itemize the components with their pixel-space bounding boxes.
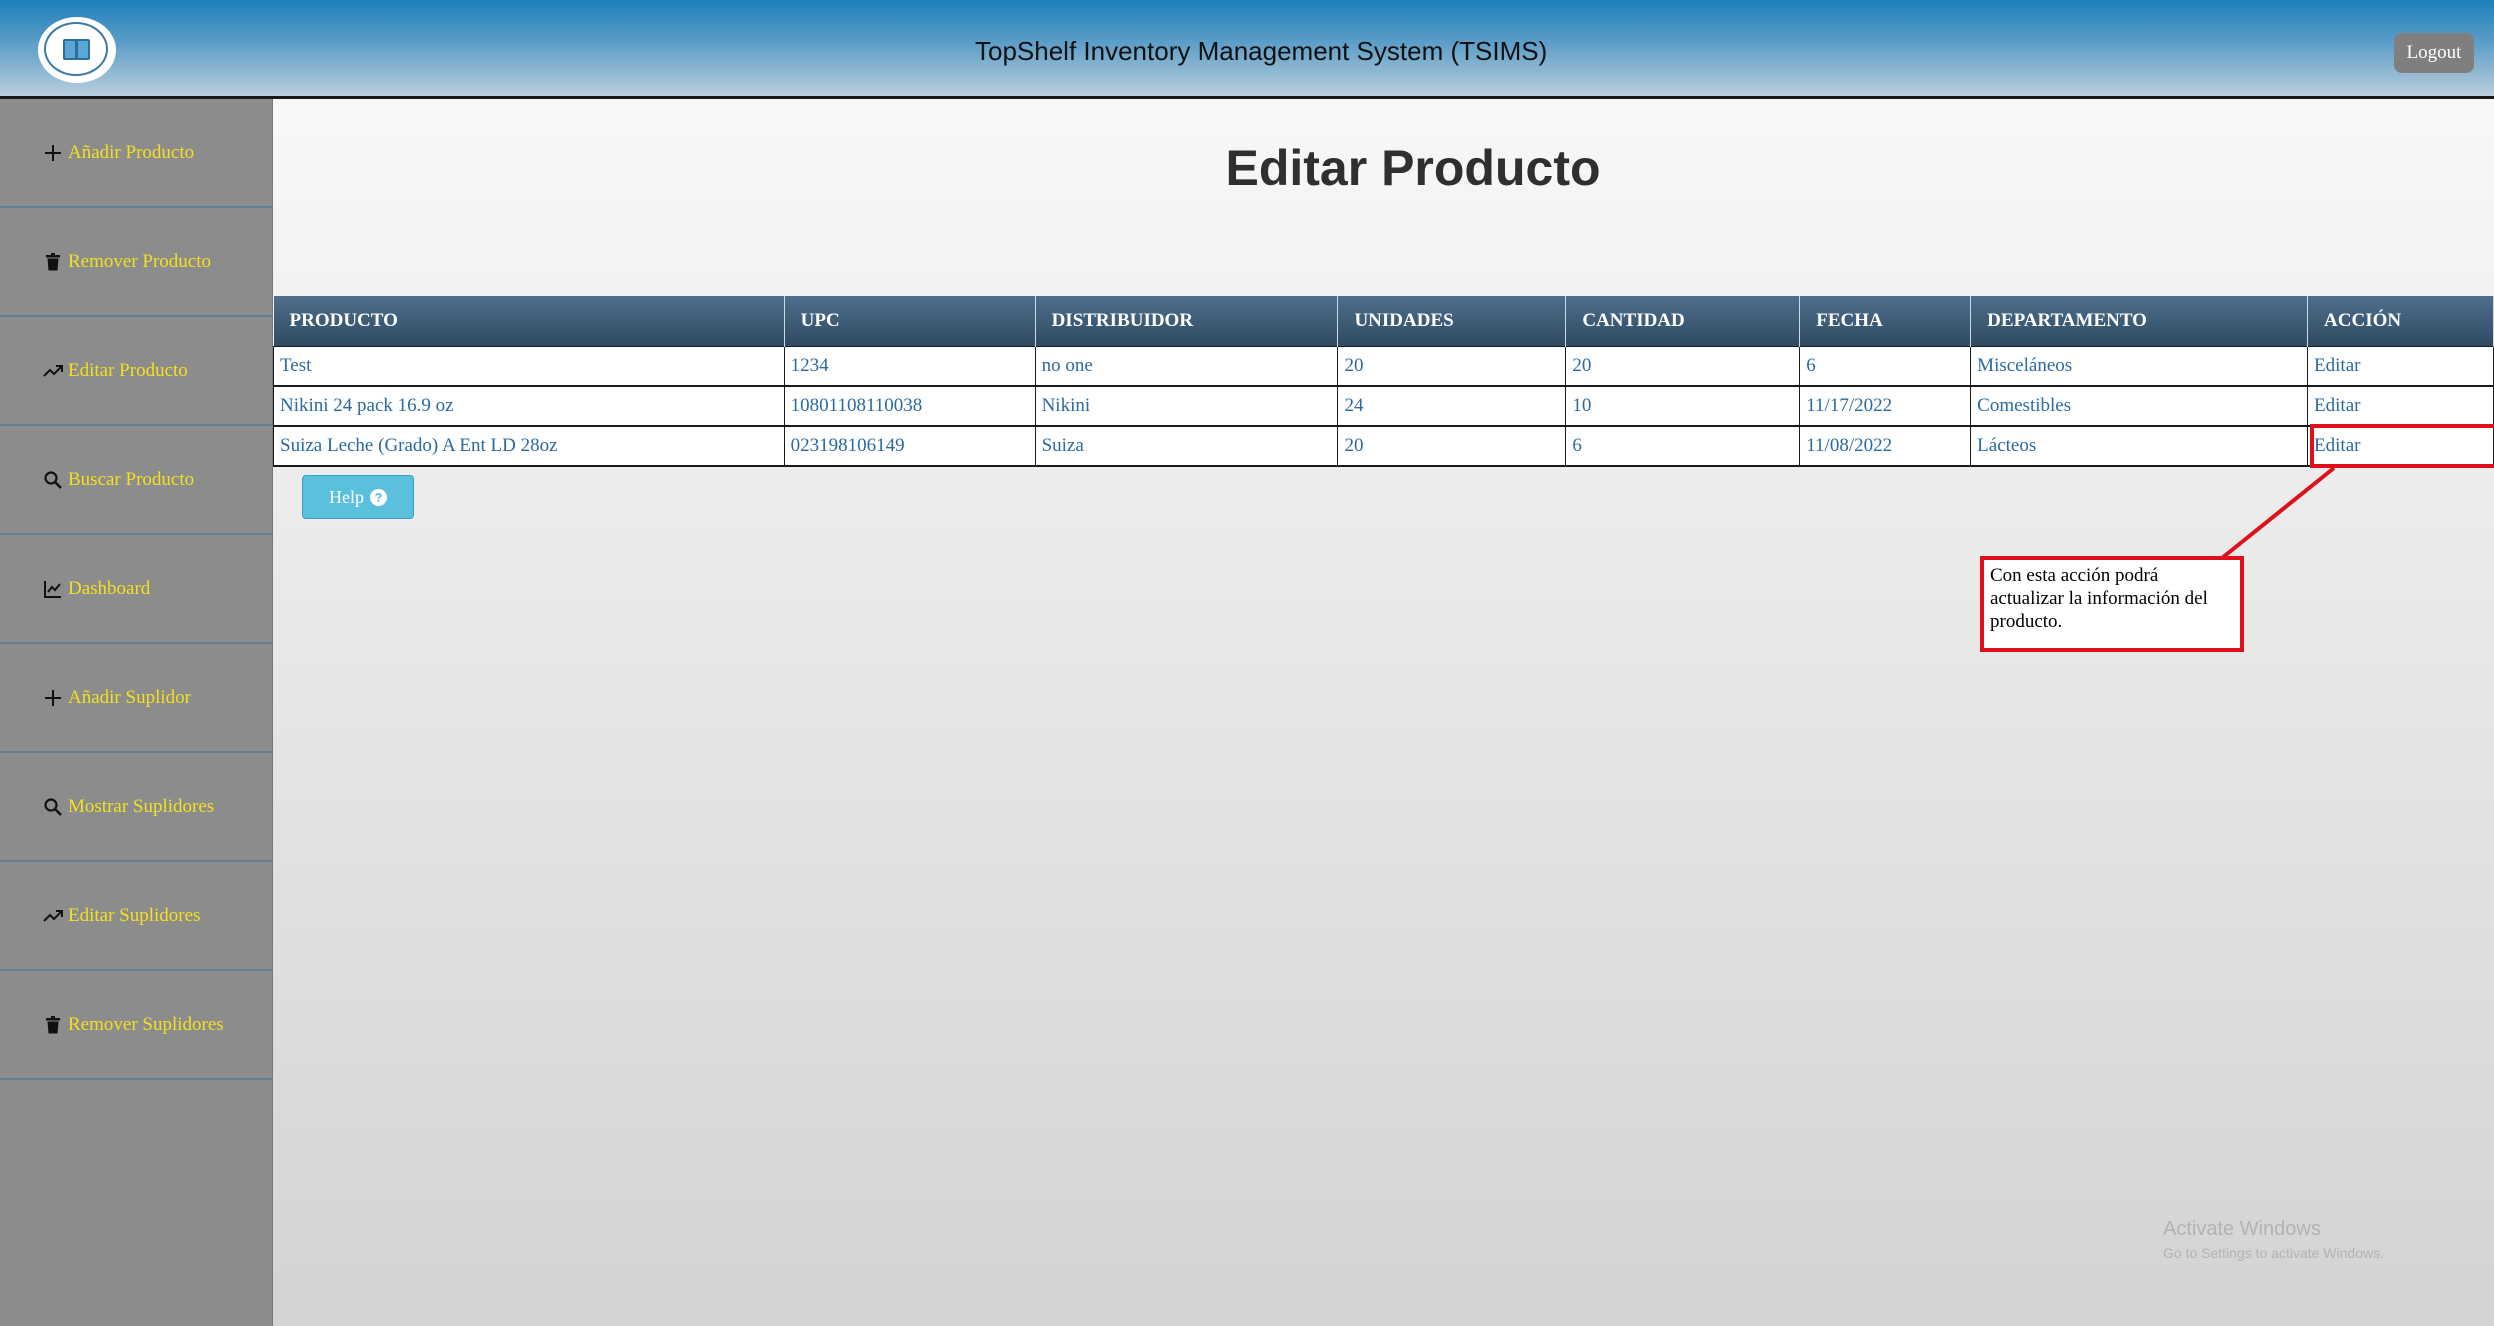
cell-producto: Suiza Leche (Grado) A Ent LD 28oz xyxy=(273,426,785,467)
cell-fecha: 11/17/2022 xyxy=(1799,386,1972,427)
column-header-fecha[interactable]: FECHA xyxy=(1799,296,1972,347)
sidebar-item-label: Remover Suplidores xyxy=(68,1013,224,1035)
cell-distribuidor: no one xyxy=(1035,346,1339,387)
search-icon xyxy=(42,469,64,491)
cell-fecha: 11/08/2022 xyxy=(1799,426,1972,467)
cell-unidades: 20 xyxy=(1337,426,1567,467)
column-header-cantidad[interactable]: CANTIDAD xyxy=(1565,296,1801,347)
help-button[interactable]: Help ? xyxy=(302,475,414,519)
cell-cantidad: 20 xyxy=(1565,346,1801,387)
page-title: Editar Producto xyxy=(1225,140,1601,196)
help-label: Help xyxy=(329,486,364,507)
topshelf-logo xyxy=(38,17,116,83)
watermark-title: Activate Windows xyxy=(2163,1218,2321,1240)
logout-button[interactable]: Logout xyxy=(2394,33,2474,73)
column-header-producto[interactable]: PRODUCTO xyxy=(273,296,785,347)
line-chart-icon xyxy=(42,578,64,600)
sidebar-item-mostrar-suplidores[interactable]: Mostrar Suplidores xyxy=(0,753,272,862)
column-header-unidades[interactable]: UNIDADES xyxy=(1337,296,1567,347)
sidebar-item-buscar-producto[interactable]: Buscar Producto xyxy=(0,426,272,535)
annotation-highlight xyxy=(2310,424,2494,468)
sidebar-item-remover-producto[interactable]: Remover Producto xyxy=(0,208,272,317)
watermark-subtitle: Go to Settings to activate Windows. xyxy=(2163,1245,2384,1261)
sidebar-item-label: Dashboard xyxy=(68,577,151,599)
table-row: Suiza Leche (Grado) A Ent LD 28oz 023198… xyxy=(273,426,2494,467)
sidebar-item-dashboard[interactable]: Dashboard xyxy=(0,535,272,644)
sidebar-item-remover-suplidores[interactable]: Remover Suplidores xyxy=(0,971,272,1080)
app-title: TopShelf Inventory Management System (TS… xyxy=(975,36,1548,66)
search-icon xyxy=(42,796,64,818)
cell-distribuidor: Suiza xyxy=(1035,426,1339,467)
column-header-distribuidor[interactable]: DISTRIBUIDOR xyxy=(1035,296,1339,347)
cell-cantidad: 10 xyxy=(1565,386,1801,427)
main-content: Editar Producto xyxy=(273,99,2494,1326)
sidebar-item-editar-suplidores[interactable]: Editar Suplidores xyxy=(0,862,272,971)
sidebar-item-label: Remover Producto xyxy=(68,250,212,272)
editar-link[interactable]: Editar xyxy=(2307,346,2494,387)
trash-icon xyxy=(42,251,64,273)
cell-cantidad: 6 xyxy=(1565,426,1801,467)
sidebar-item-editar-producto[interactable]: Editar Producto xyxy=(0,317,272,426)
sidebar-item-label: Buscar Producto xyxy=(68,468,195,490)
question-icon: ? xyxy=(370,488,387,506)
cell-upc: 10801108110038 xyxy=(784,386,1036,427)
annotation-callout: Con esta acción podrá actualizar la info… xyxy=(1980,556,2244,652)
sidebar-item-label: Editar Producto xyxy=(68,359,188,381)
table-row: Test 1234 no one 20 20 6 Misceláneos Edi… xyxy=(273,346,2494,387)
column-header-upc[interactable]: UPC xyxy=(784,296,1036,347)
sidebar-item-label: Añadir Producto xyxy=(68,141,195,163)
cell-producto: Test xyxy=(273,346,785,387)
column-header-accion: ACCIÓN xyxy=(2307,296,2494,347)
column-header-departamento[interactable]: DEPARTAMENTO xyxy=(1970,296,2309,347)
editar-link[interactable]: Editar xyxy=(2307,386,2494,427)
trending-up-icon xyxy=(42,360,64,382)
sidebar-item-label: Añadir Suplidor xyxy=(68,686,191,708)
cell-distribuidor: Nikini xyxy=(1035,386,1339,427)
cell-departamento: Misceláneos xyxy=(1970,346,2309,387)
sidebar-item-anadir-producto[interactable]: Añadir Producto xyxy=(0,99,272,208)
sidebar-item-anadir-suplidor[interactable]: Añadir Suplidor xyxy=(0,644,272,753)
windows-activation-watermark: Activate Windows Go to Settings to activ… xyxy=(2163,1218,2384,1261)
top-header: TopShelf Inventory Management System (TS… xyxy=(0,0,2494,99)
cell-fecha: 6 xyxy=(1799,346,1972,387)
trending-up-icon xyxy=(42,905,64,927)
sidebar-item-label: Editar Suplidores xyxy=(68,904,201,926)
cell-unidades: 20 xyxy=(1337,346,1567,387)
cell-upc: 1234 xyxy=(784,346,1036,387)
plus-icon xyxy=(42,142,64,164)
cell-upc: 023198106149 xyxy=(784,426,1036,467)
sidebar-item-label: Mostrar Suplidores xyxy=(68,795,215,817)
cell-departamento: Comestibles xyxy=(1970,386,2309,427)
products-table: PRODUCTO UPC DISTRIBUIDOR UNIDADES CANTI… xyxy=(273,296,2494,467)
sidebar: Añadir Producto Remover Producto Editar … xyxy=(0,99,273,1326)
table-row: Nikini 24 pack 16.9 oz 10801108110038 Ni… xyxy=(273,386,2494,427)
trash-icon xyxy=(42,1014,64,1036)
table-header-row: PRODUCTO UPC DISTRIBUIDOR UNIDADES CANTI… xyxy=(273,296,2494,347)
plus-icon xyxy=(42,687,64,709)
cell-unidades: 24 xyxy=(1337,386,1567,427)
cell-departamento: Lácteos xyxy=(1970,426,2309,467)
cell-producto: Nikini 24 pack 16.9 oz xyxy=(273,386,785,427)
